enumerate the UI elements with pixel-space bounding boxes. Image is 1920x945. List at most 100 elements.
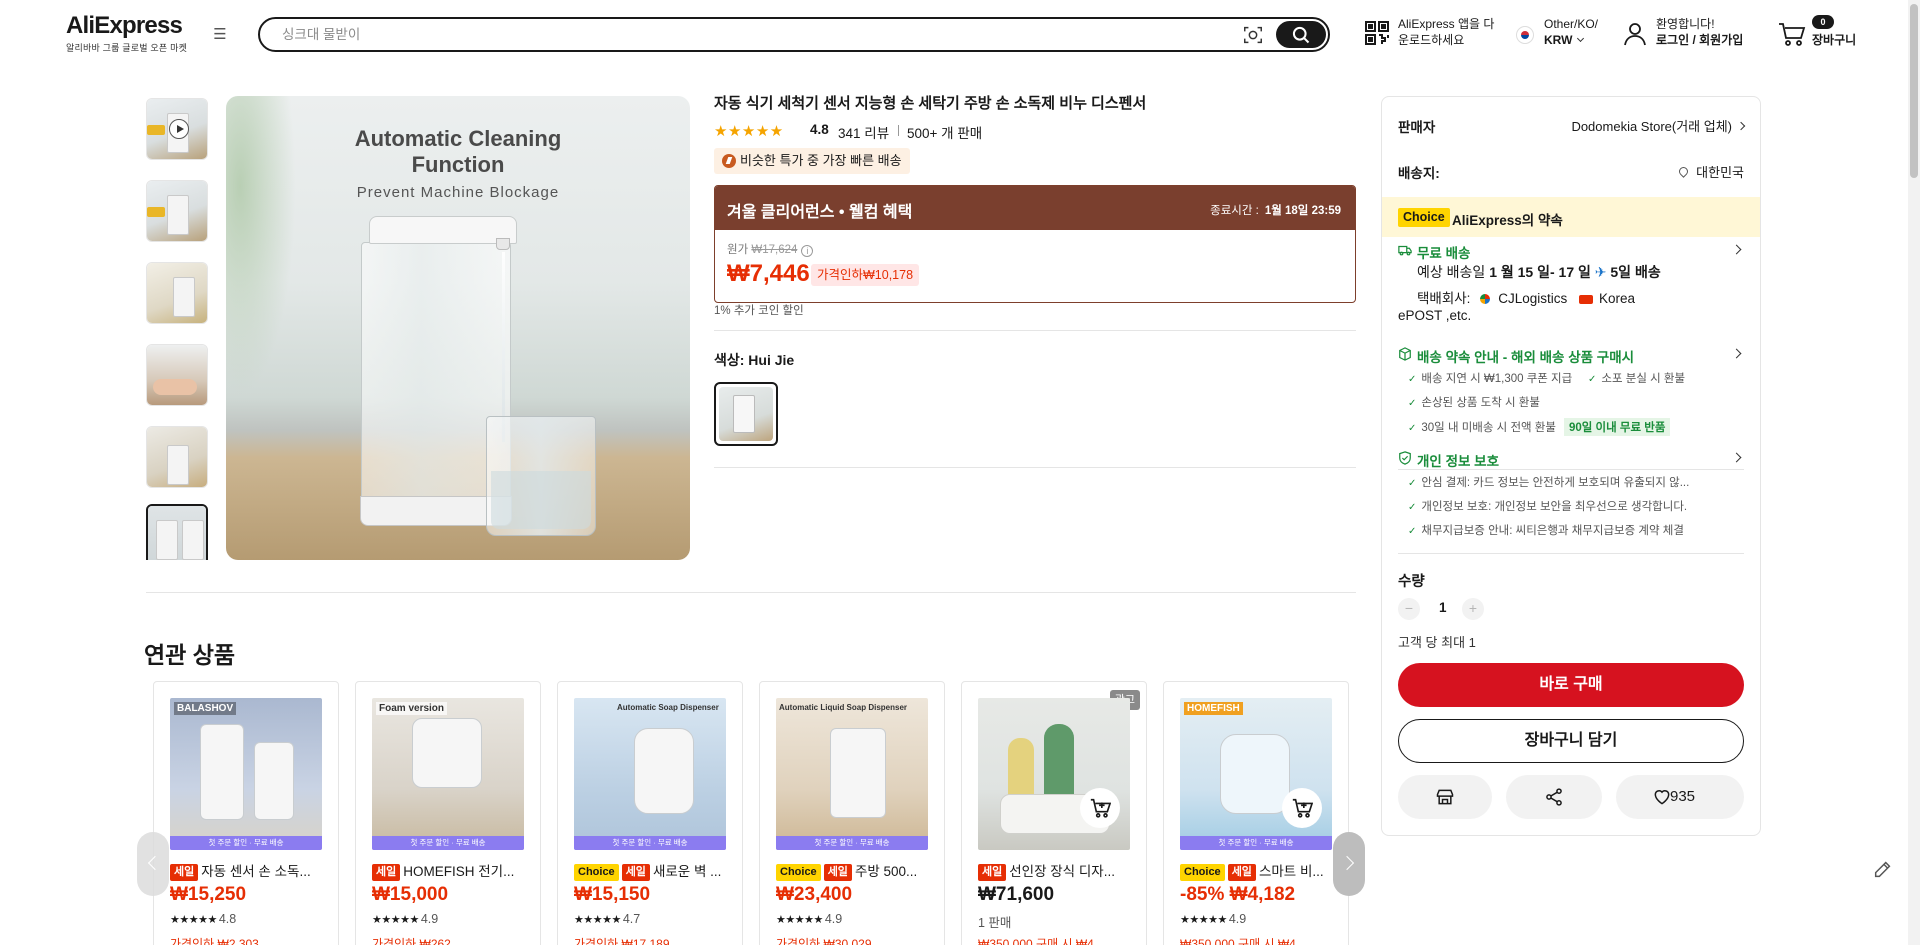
add-to-cart-icon[interactable] [1080, 788, 1120, 828]
glass-illustration [486, 416, 596, 536]
buy-now-button[interactable]: 바로 구매 [1398, 663, 1744, 707]
share-icon [1546, 788, 1562, 806]
menu-icon[interactable]: ☰ [210, 25, 230, 45]
box-icon [1399, 347, 1411, 361]
main-product-image[interactable]: Automatic Cleaning Function Prevent Mach… [226, 96, 690, 560]
seller-name[interactable]: Dodomekia Store(거래 업체) [1571, 119, 1732, 134]
product-card-name[interactable]: Choice 세일 주방 500... [776, 860, 932, 881]
product-card-image[interactable]: Foam version 첫 주문 할인 · 무료 배송 [372, 698, 524, 850]
app-download-line1: AliExpress 앱을 다 [1398, 17, 1495, 31]
header: AliExpress 알리바바 그룹 글로벌 오픈 마켓 ☰ AliExpres… [0, 0, 1920, 66]
product-card-name[interactable]: 세일 선인장 장식 디자... [978, 860, 1134, 881]
scrollbar-thumb[interactable] [1910, 4, 1918, 178]
review-count-link[interactable]: 341 리뷰 [838, 122, 889, 142]
carrier-info: 택배회사: CJLogistics Korea [1417, 291, 1636, 306]
logo-subtitle: 알리바바 그룹 글로벌 오픈 마켓 [66, 43, 188, 53]
welcome-text: 환영합니다! [1656, 17, 1715, 31]
product-card-promo: 가격인하 ₩30,029 [776, 937, 872, 945]
product-card[interactable]: 광고 세일선인장 장식 디자... ₩71,600 1 판매 ₩350,000 … [961, 681, 1147, 945]
user-icon [1624, 23, 1646, 46]
delivery-promise-section[interactable]: 배송 약속 안내 - 해외 배송 상품 구매시 배송 지연 시 ₩1,300 쿠… [1398, 346, 1744, 446]
image-search-icon[interactable] [1242, 24, 1264, 46]
info-icon[interactable]: i [801, 245, 814, 257]
aliexpress-logo[interactable]: AliExpress 알리바바 그룹 글로벌 오픈 마켓 [66, 13, 196, 54]
related-products-title: 연관 상품 [144, 642, 236, 668]
thumbnail-4[interactable] [146, 344, 208, 406]
chevron-right-icon [1731, 348, 1742, 359]
add-to-cart-button[interactable]: 장바구니 담기 [1398, 719, 1744, 763]
add-to-cart-icon[interactable] [1282, 788, 1322, 828]
section-divider [146, 592, 1356, 593]
product-card-name[interactable]: Choice 세일 스마트 비... [1180, 860, 1336, 881]
store-button[interactable] [1398, 775, 1492, 819]
wishlist-button[interactable]: 935 [1616, 775, 1744, 819]
sale-price: ₩7,446 [727, 260, 810, 287]
promise-item: 30일 내 미배송 시 전액 환불90일 이내 무료 반품 [1408, 418, 1671, 436]
choice-promise-text: AliExpress의 약속 [1452, 213, 1563, 228]
product-card-rating: ★★★★★ 4.8 [170, 912, 237, 926]
product-card-price: ₩23,400 [776, 884, 853, 905]
product-card-name[interactable]: 세일 HOMEFISH 전기... [372, 860, 528, 881]
product-card-image[interactable]: BALASHOV 첫 주문 할인 · 무료 배송 [170, 698, 322, 850]
promo-title: 겨울 클리어런스 • 웰컴 혜택 [727, 204, 913, 221]
product-card-price: ₩15,250 [170, 884, 247, 905]
product-card[interactable]: BALASHOV 첫 주문 할인 · 무료 배송 세일 자동 센서 손 소독...… [153, 681, 339, 945]
sold-count: 500+ 개 판매 [897, 122, 982, 142]
login-signup-link[interactable]: 로그인 / 회원가입 [1656, 33, 1743, 47]
fast-delivery-badge: 비슷한 특가 중 가장 빠른 배송 [714, 148, 910, 174]
cj-logo-icon [1480, 294, 1491, 304]
product-card-name[interactable]: Choice 세일 새로운 벽 ... [574, 860, 730, 881]
product-card[interactable]: Automatic Liquid Soap Dispenser 첫 주문 할인 … [759, 681, 945, 945]
product-card-image[interactable]: Automatic Liquid Soap Dispenser 첫 주문 할인 … [776, 698, 928, 850]
chevron-right-icon [1731, 452, 1742, 463]
product-card-rating: ★★★★★ 4.9 [372, 912, 439, 926]
color-swatch-hui-jie[interactable] [714, 382, 778, 446]
logo-text: AliExpress [66, 12, 183, 39]
thumbnail-5[interactable] [146, 426, 208, 488]
product-card[interactable]: Automatic Soap Dispenser 첫 주문 할인 · 무료 배송… [557, 681, 743, 945]
page-scrollbar[interactable] [1908, 0, 1920, 945]
carousel-next-button[interactable] [1333, 832, 1365, 896]
divider [714, 330, 1356, 331]
color-label: 색상: Hui Jie [714, 352, 795, 368]
delivery-estimate: 예상 배송일 1 월 15 일- 17 일 ✈ 5일 배송 [1417, 264, 1661, 280]
product-card-image[interactable]: HOMEFISH 첫 주문 할인 · 무료 배송 [1180, 698, 1332, 850]
purchase-sidebar: 판매자 Dodomekia Store(거래 업체) 배송지: 대한민국 Cho… [1381, 96, 1761, 836]
quantity-value[interactable]: 1 [1439, 600, 1447, 615]
share-button[interactable] [1506, 775, 1602, 819]
privacy-section[interactable]: 개인 정보 보호 안심 결제: 카드 정보는 안전하게 보호되며 유출되지 않.… [1398, 450, 1744, 550]
product-card[interactable]: Foam version 첫 주문 할인 · 무료 배송 세일 HOMEFISH … [355, 681, 541, 945]
wishlist-count: 935 [1670, 788, 1696, 805]
product-card[interactable]: HOMEFISH 첫 주문 할인 · 무료 배송 Choice 세일 스마트 비..… [1163, 681, 1349, 945]
ship-to-country: 대한민국 [1696, 165, 1744, 180]
search-button[interactable] [1276, 21, 1326, 48]
thumbnail-3[interactable] [146, 262, 208, 324]
choice-badge: Choice [1398, 208, 1450, 227]
shipping-section[interactable]: 무료 배송 예상 배송일 1 월 15 일- 17 일 ✈ 5일 배송 택배회사… [1398, 242, 1744, 332]
product-title: 자동 식기 세척기 센서 지능형 손 세탁기 주방 손 소독제 비누 디스펜서 [714, 95, 1147, 112]
feedback-edit-icon[interactable] [1872, 858, 1894, 880]
chevron-down-icon [1577, 34, 1585, 43]
cart-label: 장바구니 [1812, 33, 1857, 47]
product-card-promo: 가격인하 ₩17,189 [574, 937, 670, 945]
cart-icon [1779, 23, 1806, 46]
quantity-increase-button[interactable]: + [1462, 598, 1484, 620]
thumbnail-2[interactable] [146, 180, 208, 242]
image-subtitle: Prevent Machine Blockage [356, 184, 560, 201]
product-info: 자동 식기 세척기 센서 지능형 손 세탁기 주방 손 소독제 비누 디스펜서 … [714, 94, 1356, 468]
product-card-image[interactable] [978, 698, 1130, 850]
product-card-name[interactable]: 세일 자동 센서 손 소독... [170, 860, 326, 881]
promo-header: 겨울 클리어런스 • 웰컴 혜택 종료시간 :1월 18일 23:59 [715, 186, 1355, 230]
thumbnail-6[interactable] [146, 504, 208, 560]
search-icon [1292, 26, 1310, 44]
product-card-sold: 1 판매 [978, 916, 1012, 930]
privacy-item: 채무지급보증 안내: 씨티은행과 채무지급보증 계약 체결 [1408, 522, 1684, 538]
seller-label: 판매자 [1398, 120, 1436, 135]
product-card-image[interactable]: Automatic Soap Dispenser 첫 주문 할인 · 무료 배송 [574, 698, 726, 850]
location-pin-icon [1677, 165, 1691, 178]
search-input[interactable] [282, 24, 1182, 45]
thumbnail-video[interactable] [146, 98, 208, 160]
carousel-prev-button[interactable] [137, 832, 169, 896]
product-card-price: ₩71,600 [978, 884, 1055, 905]
quantity-decrease-button[interactable]: − [1398, 598, 1420, 620]
